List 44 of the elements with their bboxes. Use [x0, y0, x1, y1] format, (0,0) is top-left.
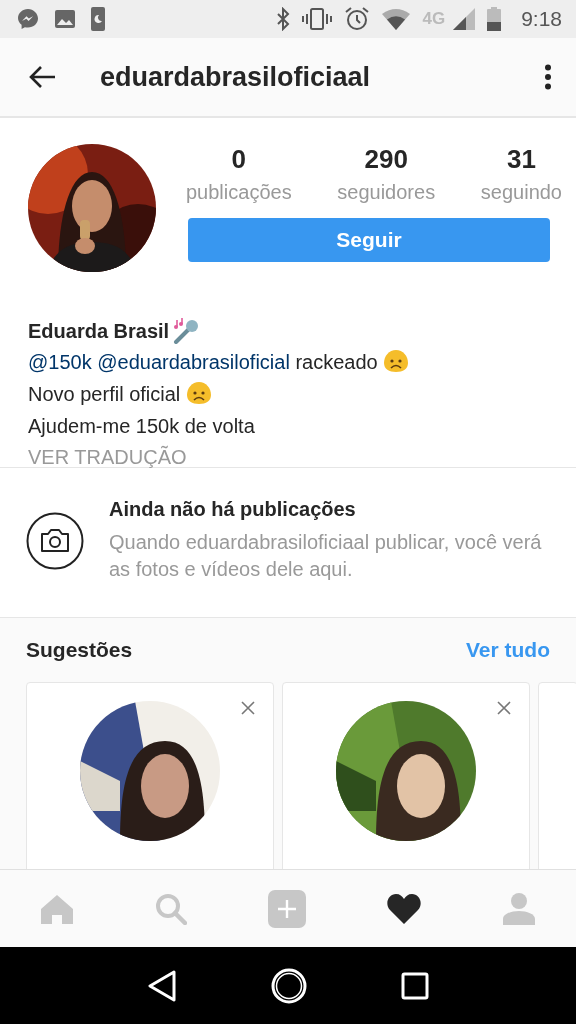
- phone-moon-icon: [90, 6, 106, 32]
- vibrate-icon: [302, 7, 333, 31]
- bio-line: Ajudem-me 150k de volta: [28, 414, 255, 439]
- username-title: eduardabrasiloficiaal: [100, 61, 372, 93]
- see-all-link[interactable]: Ver tudo: [466, 638, 550, 662]
- sad-face-icon: [383, 349, 410, 373]
- bluetooth-icon: [276, 7, 291, 31]
- clock: 9:18: [521, 7, 562, 31]
- battery-icon: [487, 7, 502, 31]
- close-icon[interactable]: [497, 701, 511, 715]
- empty-state-text: Quando eduardabrasiloficiaal publicar, você verá as fotos e vídeos dele aqui.: [109, 530, 543, 582]
- home-icon: [40, 893, 75, 924]
- stat-count: 31: [506, 144, 536, 175]
- back-icon[interactable]: [147, 969, 177, 1002]
- more-icon: [544, 64, 552, 90]
- close-icon[interactable]: [241, 701, 255, 715]
- camera-icon: [26, 512, 84, 570]
- bio-line: Novo perfil oficial: [28, 378, 212, 410]
- follow-button[interactable]: Seguir: [188, 218, 550, 262]
- wifi-icon: [382, 8, 411, 30]
- recents-icon[interactable]: [401, 971, 429, 1000]
- suggestions-title: Sugestões: [26, 638, 133, 662]
- profile-name: Eduarda Brasil: [28, 319, 170, 343]
- add-icon: [268, 889, 306, 928]
- back-arrow-icon: [28, 65, 56, 89]
- image-icon: [54, 8, 76, 30]
- stat-label: seguindo: [480, 181, 562, 204]
- bio-line: @150k @eduardabrasiloficial rackeado: [28, 346, 410, 378]
- heart-icon: [386, 893, 421, 924]
- mention-link[interactable]: @eduardabrasiloficial: [97, 351, 290, 373]
- stat-count: 290: [364, 144, 408, 175]
- sad-face-icon: [185, 381, 212, 405]
- see-translation-link[interactable]: VER TRADUÇÃO: [28, 442, 187, 472]
- person-icon: [501, 892, 536, 925]
- stat-count: 0: [231, 144, 247, 175]
- stat-label: publicações: [186, 181, 292, 204]
- messenger-icon: [16, 7, 40, 31]
- empty-state-title: Ainda não há publicações: [109, 498, 357, 521]
- search-icon: [155, 892, 188, 925]
- alarm-icon: [344, 6, 371, 32]
- home-circle-icon[interactable]: [271, 967, 307, 1004]
- mention-link[interactable]: @150k: [28, 351, 92, 373]
- stat-label: seguidores: [337, 181, 436, 204]
- signal-icon: [453, 8, 476, 30]
